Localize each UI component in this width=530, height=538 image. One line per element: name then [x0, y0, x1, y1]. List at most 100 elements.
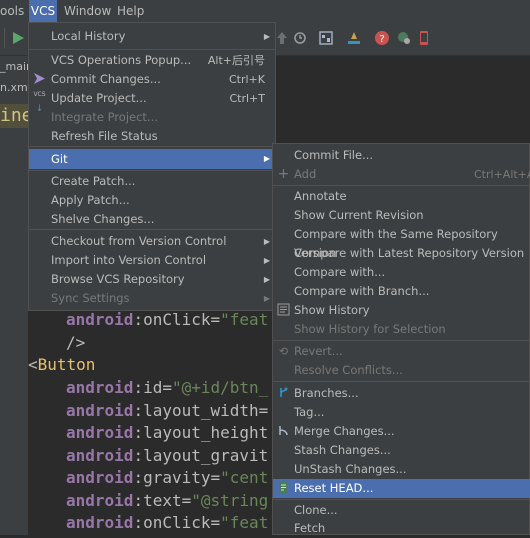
- menu-item-label: Checkout from Version Control: [51, 234, 227, 248]
- attr-value: =: [258, 401, 269, 420]
- menu-item-label: Fetch: [294, 521, 326, 535]
- git-item-show-current-revision[interactable]: Show Current Revision: [273, 206, 530, 225]
- submenu-arrow-icon: ▶: [263, 294, 270, 303]
- menu-item-sync-settings: Sync Settings ▶: [29, 289, 275, 308]
- menu-item-refresh-file-status[interactable]: Refresh File Status: [29, 127, 275, 146]
- colon-glyph: :: [133, 378, 144, 397]
- editor-tab-main[interactable]: _main: [0, 57, 28, 77]
- git-item-stash-changes[interactable]: Stash Changes...: [273, 441, 530, 460]
- menu-item-label: Resolve Conflicts...: [294, 363, 403, 377]
- attr-name: layout_width: [143, 401, 259, 420]
- colon-glyph: :: [133, 491, 144, 510]
- menu-item-git[interactable]: Git ▶: [29, 149, 275, 169]
- git-item-branches[interactable]: Branches...: [273, 384, 530, 403]
- vcs-update-icon: VCS ↓: [32, 87, 47, 114]
- git-item-merge-changes[interactable]: Merge Changes...: [273, 422, 530, 441]
- menu-item-commit-changes[interactable]: Commit Changes... Ctrl+K: [29, 70, 275, 89]
- reset-icon: [276, 481, 291, 496]
- git-item-compare-with-branch[interactable]: Compare with Branch...: [273, 282, 530, 301]
- git-item-revert: ⟲ Revert...: [273, 342, 530, 361]
- editor-tab-xml[interactable]: n.xml: [0, 78, 28, 98]
- menu-item-label: Branches...: [294, 386, 359, 400]
- equals-glyph: =: [210, 468, 221, 487]
- undo-history-icon[interactable]: [292, 30, 308, 46]
- git-item-compare-latest-repo-version[interactable]: Compare with Latest Repository Version: [273, 244, 530, 263]
- menu-item-shortcut: Alt+后引号: [207, 54, 265, 67]
- menu-vcs[interactable]: VCS: [29, 0, 57, 22]
- attr-name: gravity: [143, 468, 211, 487]
- menu-item-label: Stash Changes...: [294, 443, 391, 457]
- menu-item-label: UnStash Changes...: [294, 462, 407, 476]
- menu-item-shortcut: Ctrl+Alt+A: [474, 168, 530, 181]
- menu-item-label: Import into Version Control: [51, 253, 207, 267]
- menu-help-label: Help: [117, 4, 145, 18]
- attr-name: layout_gravit: [143, 446, 269, 465]
- menu-item-label: VCS Operations Popup...: [51, 53, 192, 67]
- menu-tools[interactable]: ools: [0, 0, 28, 22]
- git-item-unstash-changes[interactable]: UnStash Changes...: [273, 460, 530, 479]
- attr-namespace: android: [66, 378, 134, 397]
- menu-item-label: Reset HEAD...: [294, 481, 374, 495]
- menu-item-apply-patch[interactable]: Apply Patch...: [29, 191, 275, 210]
- attr-value: "@string: [191, 491, 269, 510]
- menu-item-vcs-operations-popup[interactable]: VCS Operations Popup... Alt+后引号: [29, 51, 275, 70]
- colon-glyph: :: [133, 468, 144, 487]
- menu-item-create-patch[interactable]: Create Patch...: [29, 172, 275, 191]
- attr-name: text: [143, 491, 182, 510]
- git-item-compare-same-repo-version[interactable]: Compare with the Same Repository Version: [273, 225, 530, 260]
- menu-window[interactable]: Window: [64, 0, 111, 22]
- equals-glyph: =: [162, 378, 172, 397]
- menu-separator: [29, 229, 275, 230]
- equals-glyph: =: [210, 310, 221, 329]
- sdk-manager-icon[interactable]: [346, 30, 362, 46]
- menu-item-local-history[interactable]: Local History ▶: [29, 27, 275, 46]
- vcs-update-icon-text: VCS: [33, 91, 46, 98]
- code-line: android:onClick="feat: [66, 512, 268, 534]
- menu-item-label: Compare with...: [294, 265, 386, 279]
- menu-separator: [273, 381, 530, 382]
- menu-item-label: Update Project...: [51, 91, 147, 105]
- git-item-compare-with[interactable]: Compare with...: [273, 263, 530, 282]
- plus-icon: +: [277, 166, 290, 182]
- git-item-annotate[interactable]: Annotate: [273, 187, 530, 206]
- device-monitor-icon[interactable]: [396, 30, 412, 46]
- menu-item-update-project[interactable]: VCS ↓ Update Project... Ctrl+T: [29, 87, 275, 114]
- menu-item-label: Local History: [51, 29, 126, 43]
- git-item-reset-head[interactable]: Reset HEAD...: [273, 479, 530, 498]
- code-line: />: [66, 332, 85, 354]
- menu-tools-label: ools: [0, 4, 25, 18]
- submenu-arrow-icon: ▶: [263, 154, 270, 163]
- run-icon[interactable]: [10, 30, 26, 46]
- commit-arrow-icon: [32, 72, 47, 87]
- git-item-commit-file[interactable]: Commit File...: [273, 146, 530, 165]
- menu-item-label: Show History for Selection: [294, 322, 446, 336]
- git-item-clone[interactable]: Clone...: [273, 501, 530, 520]
- git-item-show-history[interactable]: Show History: [273, 301, 530, 320]
- avd-manager-icon[interactable]: [416, 30, 432, 46]
- project-structure-icon[interactable]: [318, 30, 334, 46]
- attr-namespace: android: [66, 401, 134, 420]
- arrow-up-icon[interactable]: [274, 30, 290, 46]
- menu-item-checkout-from-vcs[interactable]: Checkout from Version Control ▶: [29, 232, 275, 251]
- menu-item-import-into-vcs[interactable]: Import into Version Control ▶: [29, 251, 275, 270]
- code-line: android:layout_height: [66, 422, 268, 444]
- highlighted-text-fragment: inea: [0, 104, 30, 128]
- menu-item-label: Integrate Project...: [51, 110, 158, 124]
- colon-glyph: :: [133, 513, 144, 532]
- submenu-arrow-icon: ▶: [263, 237, 270, 246]
- menu-item-label: Show History: [294, 303, 370, 317]
- code-editor[interactable]: android:onClick="feat /> <Button android…: [28, 300, 273, 535]
- menu-help[interactable]: Help: [117, 0, 147, 22]
- menu-item-browse-vcs-repository[interactable]: Browse VCS Repository ▶: [29, 270, 275, 289]
- menu-item-shelve-changes[interactable]: Shelve Changes...: [29, 210, 275, 229]
- menu-separator: [273, 185, 530, 186]
- code-line: android:layout_gravit: [66, 445, 268, 467]
- colon-glyph: :: [133, 401, 144, 420]
- git-item-fetch[interactable]: Fetch: [273, 519, 530, 538]
- toolbar-divider: [0, 28, 5, 48]
- menu-separator: [273, 499, 530, 500]
- submenu-arrow-icon: ▶: [263, 275, 270, 284]
- submenu-arrow-icon: ▶: [263, 32, 270, 41]
- help-circle-icon[interactable]: ?: [374, 30, 390, 46]
- git-item-tag[interactable]: Tag...: [273, 403, 530, 422]
